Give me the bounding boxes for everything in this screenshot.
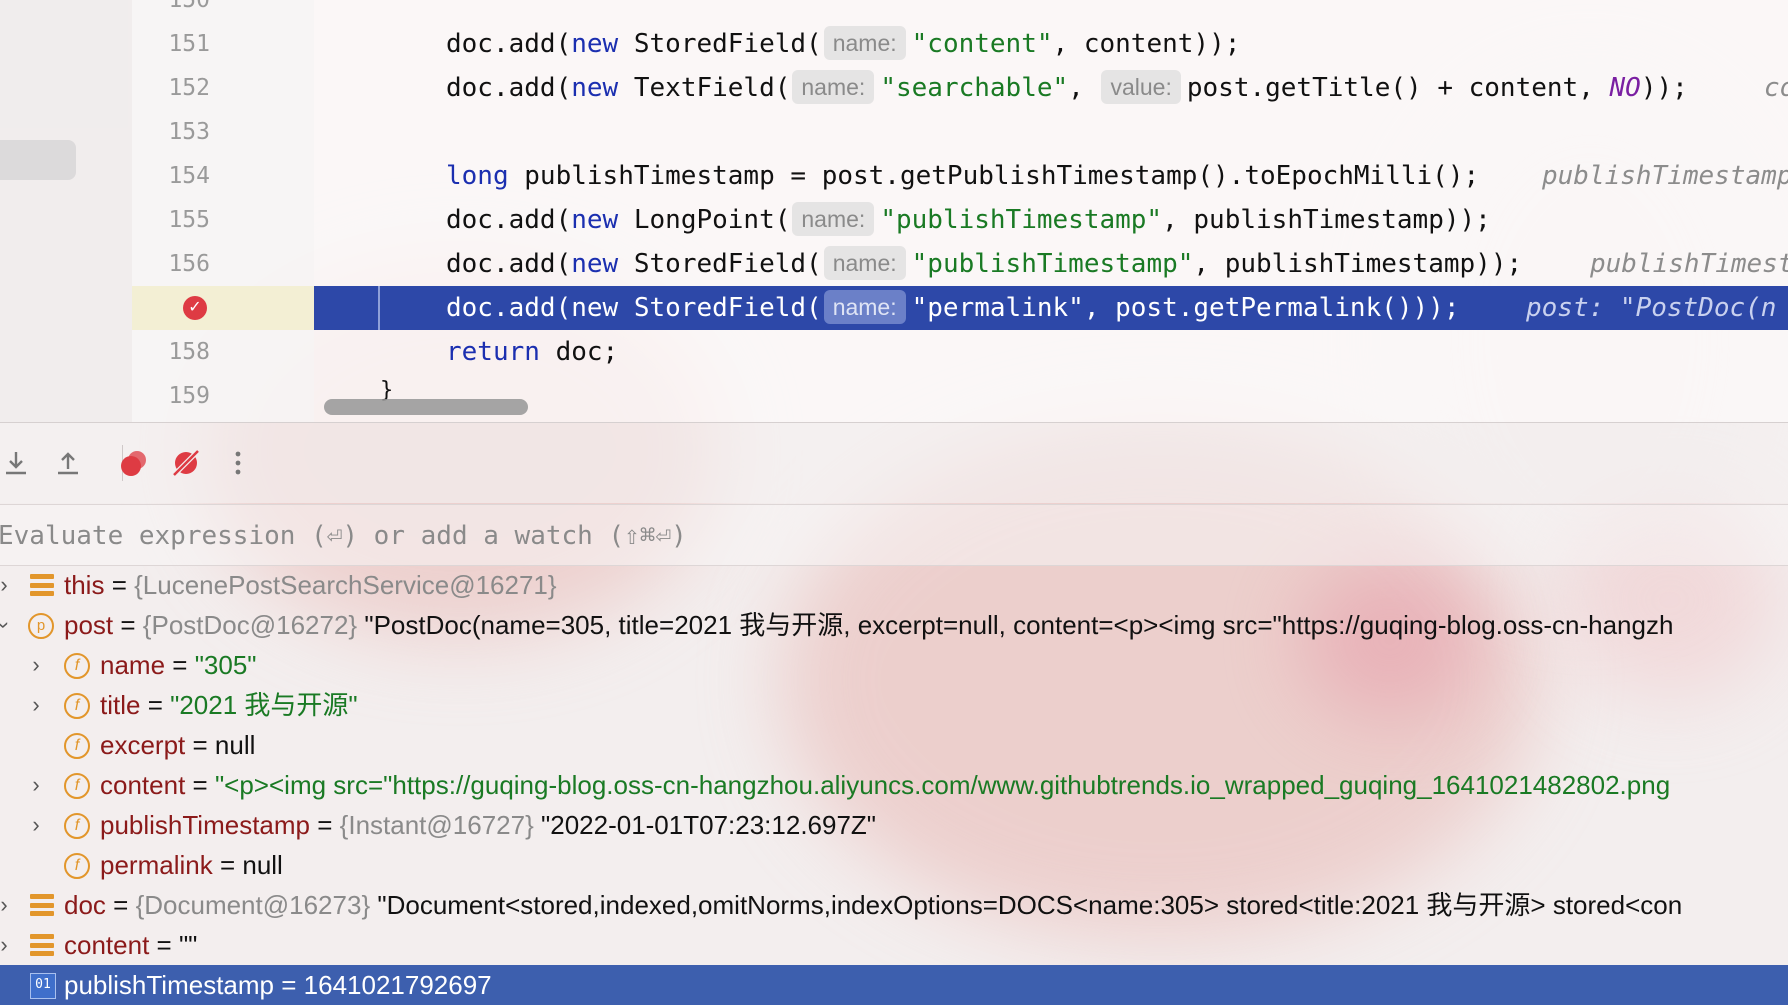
field-icon: f (64, 813, 90, 839)
parameter-hint: name: (823, 246, 906, 280)
variables-tree: › this = {LucenePostSearchService@16271}… (0, 565, 1788, 1005)
code-editor[interactable]: 150 151 doc.add(new StoredField(name: "co… (0, 0, 1788, 422)
field-icon: f (64, 773, 90, 799)
field-icon: f (64, 693, 90, 719)
parameter-hint: value: (1101, 70, 1181, 104)
breakpoint-hit-icon[interactable]: ✓ (183, 296, 207, 320)
tree-row[interactable]: f permalink = null (0, 845, 1788, 885)
collapse-arrow-icon[interactable]: › (0, 613, 24, 637)
tree-row[interactable]: › f publishTimestamp = {Instant@16727} "… (0, 805, 1788, 845)
field-icon: f (64, 653, 90, 679)
code-text: doc.add(new LongPoint(name: "publishTimes… (446, 198, 1491, 242)
local-variable-icon (30, 894, 54, 916)
more-icon[interactable] (218, 443, 258, 483)
line-number: 153 (168, 119, 210, 145)
code-line: 151 doc.add(new StoredField(name: "conten… (0, 22, 1788, 66)
tree-row-selected[interactable]: 01 publishTimestamp = 1641021792697 (0, 965, 1788, 1005)
parameter-hint: name: (823, 290, 906, 324)
tree-row[interactable]: › content = "" (0, 925, 1788, 965)
expand-arrow-icon[interactable]: › (0, 925, 16, 965)
expand-arrow-icon[interactable]: › (24, 685, 48, 725)
parameter-hint: name: (792, 202, 875, 236)
code-line: 159 (0, 374, 1788, 418)
code-text: doc.add(new StoredField(name: "publishTim… (446, 242, 1522, 286)
step-out-icon[interactable] (48, 443, 88, 483)
tree-row[interactable]: › this = {LucenePostSearchService@16271} (0, 565, 1788, 605)
parameter-hint: name: (792, 70, 875, 104)
line-number: 159 (168, 383, 210, 409)
field-icon: f (64, 733, 90, 759)
expand-arrow-icon[interactable]: › (24, 805, 48, 845)
code-text: doc.add(new StoredField(name: "content", … (446, 22, 1240, 66)
parameter-hint: name: (823, 26, 906, 60)
inline-debug-value: publishTimest (1590, 249, 1788, 279)
line-number: 156 (168, 251, 210, 277)
view-breakpoints-icon[interactable] (114, 443, 154, 483)
code-text: long publishTimestamp = post.getPublishT… (446, 161, 1480, 191)
code-line: 158 return doc; (0, 330, 1788, 374)
line-number: 151 (168, 31, 210, 57)
evaluate-expression-input[interactable] (0, 505, 1780, 567)
tree-row[interactable]: › f title = "2021 我与开源" (0, 685, 1788, 725)
debug-toolbar (0, 423, 1788, 503)
field-icon: f (64, 853, 90, 879)
tree-row[interactable]: › f name = "305" (0, 645, 1788, 685)
expand-arrow-icon[interactable]: › (0, 565, 16, 605)
tree-row[interactable]: f excerpt = null (0, 725, 1788, 765)
mute-breakpoints-icon[interactable] (166, 443, 206, 483)
tree-row[interactable]: › p post = {PostDoc@16272} "PostDoc(name… (0, 605, 1788, 645)
inline-debug-value: co (1764, 73, 1788, 103)
tree-row[interactable]: › f content = "<p><img src="https://guqi… (0, 765, 1788, 805)
breakpoint-gutter-cell[interactable] (132, 286, 314, 330)
horizontal-scrollbar[interactable] (324, 399, 528, 415)
line-number: 155 (168, 207, 210, 233)
line-number: 154 (168, 163, 210, 189)
code-text: doc.add(new StoredField(name: "permalink"… (446, 286, 1460, 330)
code-line: 155 doc.add(new LongPoint(name: "publishT… (0, 198, 1788, 242)
code-text: doc.add(new TextField(name: "searchable",… (446, 66, 1688, 110)
inline-debug-value: publishTimestamp (1542, 161, 1788, 191)
expand-arrow-icon[interactable]: › (24, 645, 48, 685)
parameter-icon: p (28, 613, 54, 639)
local-variable-icon (30, 574, 54, 596)
tree-row[interactable]: › doc = {Document@16273} "Document<store… (0, 885, 1788, 925)
local-variable-icon (30, 934, 54, 956)
line-number: 150 (168, 0, 210, 13)
code-line: 153 (0, 110, 1788, 154)
expand-arrow-icon[interactable]: › (24, 765, 48, 805)
current-execution-line: ✓ doc.add(new StoredField(name: "permalin… (0, 286, 1788, 330)
primitive-variable-icon: 01 (30, 973, 56, 999)
code-text: return doc; (446, 337, 619, 367)
step-into-icon[interactable] (0, 443, 36, 483)
code-line: 152 doc.add(new TextField(name: "searchab… (0, 66, 1788, 110)
expand-arrow-icon[interactable]: › (0, 885, 16, 925)
inline-debug-value: post: "PostDoc(n (1526, 293, 1777, 323)
code-line: 156 doc.add(new StoredField(name: "publis… (0, 242, 1788, 286)
evaluate-expression-bar (0, 504, 1788, 567)
line-number: 158 (168, 339, 210, 365)
code-line: 154 long publishTimestamp = post.getPubl… (0, 154, 1788, 198)
code-line: 150 (0, 0, 1788, 22)
line-number: 152 (168, 75, 210, 101)
